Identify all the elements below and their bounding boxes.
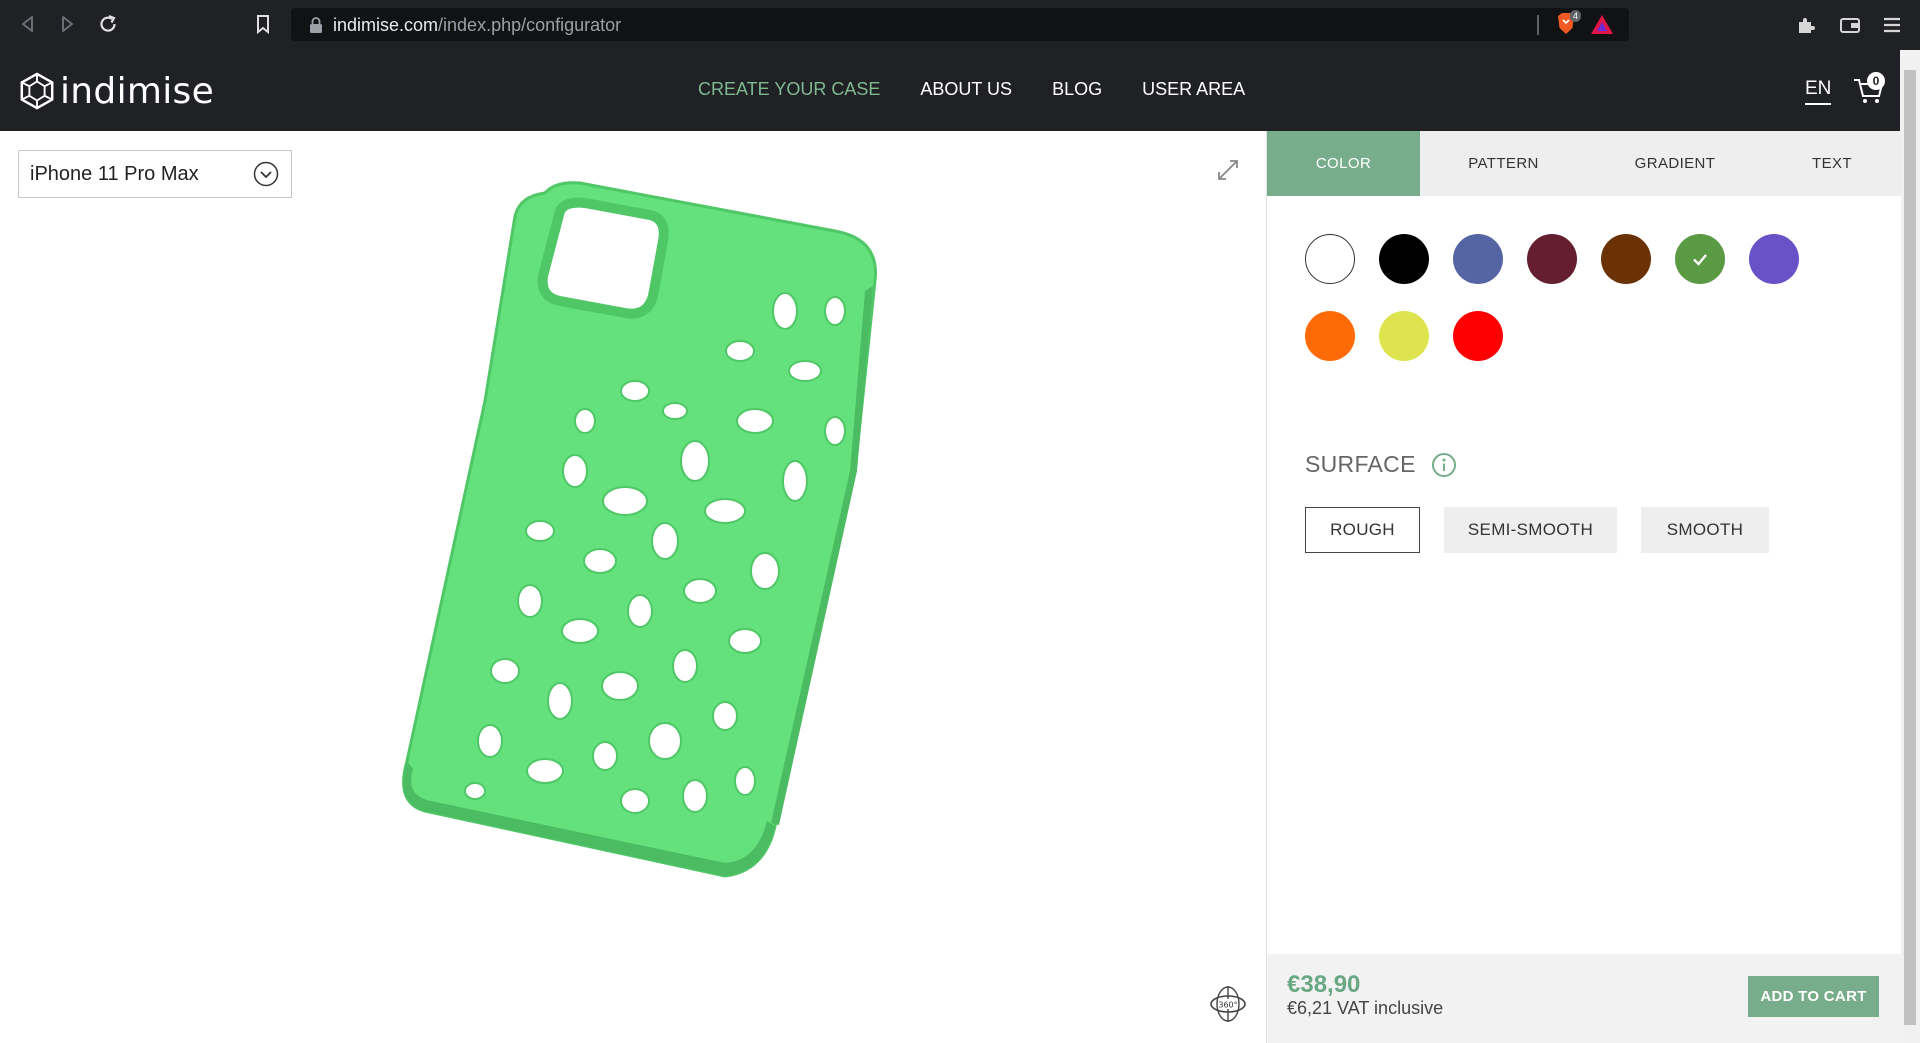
color-swatch[interactable] [1749,234,1799,284]
wallet-icon[interactable] [1838,13,1862,37]
language-selector[interactable]: EN [1805,78,1832,105]
info-icon[interactable] [1431,452,1457,478]
color-swatch[interactable] [1305,311,1355,361]
configurator-panel: COLOR PATTERN GRADIENT TEXT SURFACE ROUG… [1266,131,1901,1043]
fullscreen-icon[interactable] [1215,157,1241,183]
logo-text: indimise [60,70,215,112]
color-swatch[interactable] [1379,311,1429,361]
price: €38,90 [1287,971,1361,998]
price-bar: €38,90 €6,21 VAT inclusive ADD TO CART [1267,954,1901,1043]
phone-case-model[interactable] [395,171,890,966]
check-icon [1693,254,1707,266]
lock-icon [310,17,322,33]
color-swatch[interactable] [1527,234,1577,284]
vat-note: €6,21 VAT inclusive [1287,998,1444,1018]
browser-toolbar: indimise.com/index.php/configurator 4 [0,0,1920,50]
color-swatch[interactable] [1675,234,1725,284]
extensions-icon[interactable] [1794,13,1818,37]
surface-semi-smooth-button[interactable]: SEMI-SMOOTH [1444,507,1617,553]
forward-icon[interactable] [55,12,79,36]
rotate-label: 360° [1218,1001,1237,1010]
site-header: indimise CREATE YOUR CASE ABOUT US BLOG … [0,50,1900,131]
brave-rewards-icon[interactable] [1589,12,1615,38]
color-swatch[interactable] [1379,234,1429,284]
phone-model-select[interactable]: iPhone 11 Pro Max [18,150,292,198]
camera-cutout [537,197,669,319]
tab-color[interactable]: COLOR [1267,131,1420,196]
selected-phone-model: iPhone 11 Pro Max [30,163,199,185]
surface-title: SURFACE [1305,451,1416,477]
reload-icon[interactable] [96,12,120,36]
main-nav: CREATE YOUR CASE ABOUT US BLOG USER AREA [698,79,1245,100]
url-host: indimise.com [333,15,439,35]
nav-create-your-case[interactable]: CREATE YOUR CASE [698,79,880,100]
rotate-360-icon[interactable]: 360° [1207,983,1249,1025]
nav-blog[interactable]: BLOG [1052,79,1102,100]
menu-icon[interactable] [1880,13,1904,37]
logo-icon [20,72,54,110]
url-path: /index.php/configurator [438,15,622,35]
option-tabs: COLOR PATTERN GRADIENT TEXT [1267,131,1901,196]
shield-badge: 4 [1570,10,1582,22]
surface-smooth-button[interactable]: SMOOTH [1641,507,1769,553]
cart-count-badge: 0 [1867,72,1885,90]
nav-about-us[interactable]: ABOUT US [920,79,1012,100]
color-swatch[interactable] [1453,234,1503,284]
tab-text[interactable]: TEXT [1763,131,1901,196]
case-viewer[interactable]: iPhone 11 Pro Max 360° [0,131,1266,1043]
logo[interactable]: indimise [18,70,214,112]
surface-rough-button[interactable]: ROUGH [1305,507,1420,553]
add-to-cart-button[interactable]: ADD TO CART [1748,976,1879,1017]
tab-gradient[interactable]: GRADIENT [1587,131,1763,196]
scrollbar-thumb[interactable] [1904,70,1916,1025]
tab-pattern[interactable]: PATTERN [1420,131,1587,196]
url-divider [1537,15,1539,35]
chevron-down-icon [253,161,279,187]
url-text: indimise.com/index.php/configurator [333,15,621,36]
back-icon[interactable] [16,12,40,36]
nav-user-area[interactable]: USER AREA [1142,79,1245,100]
color-swatch[interactable] [1305,234,1355,284]
color-swatch[interactable] [1601,234,1651,284]
address-bar[interactable]: indimise.com/index.php/configurator 4 [291,8,1629,41]
brave-shield-icon[interactable]: 4 [1553,10,1582,37]
page-scrollbar[interactable] [1900,50,1920,1043]
bookmark-icon[interactable] [251,12,275,36]
color-swatch[interactable] [1453,311,1503,361]
